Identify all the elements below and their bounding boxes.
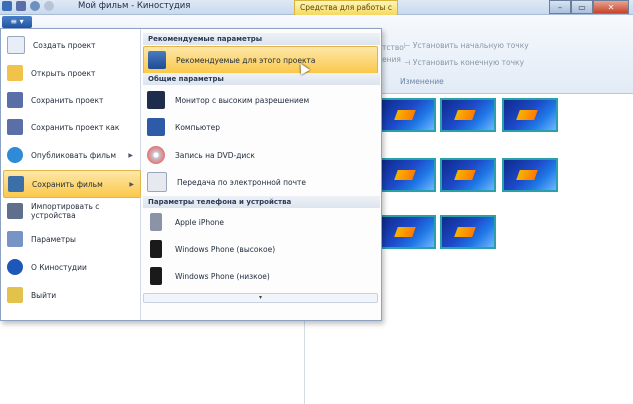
menu-item-new-project[interactable]: Создать проект	[3, 32, 139, 58]
maximize-button[interactable]: ▭	[571, 0, 593, 14]
clip-thumbnail[interactable]	[502, 98, 558, 132]
menu-item-exit[interactable]: Выйти	[3, 282, 139, 308]
close-button[interactable]: ✕	[593, 0, 629, 14]
end-point-icon: ⊣	[404, 58, 413, 67]
options-icon	[7, 231, 23, 247]
title-bar: Мой фильм - Киностудия Средства для рабо…	[0, 0, 633, 25]
clip-thumbnail[interactable]	[380, 98, 436, 132]
clip-thumbnail[interactable]	[502, 158, 558, 192]
menu-item-options[interactable]: Параметры	[3, 226, 139, 252]
option-apple-iphone[interactable]: Apple iPhone	[143, 209, 376, 235]
option-windows-phone-high[interactable]: Windows Phone (высокое)	[143, 236, 376, 262]
scroll-down-icon[interactable]: ▾	[259, 294, 262, 302]
menu-item-save-project-as[interactable]: Сохранить проект как	[3, 114, 139, 140]
save-movie-submenu: Рекомендуемые параметры Рекомендуемые дл…	[141, 29, 381, 320]
section-header-common: Общие параметры	[143, 73, 380, 85]
camera-import-icon	[7, 203, 23, 219]
iphone-icon	[150, 213, 162, 231]
menu-item-about[interactable]: О Киностудии	[3, 254, 139, 280]
recommended-icon	[148, 51, 166, 69]
save-icon[interactable]	[16, 1, 26, 11]
exit-icon	[7, 287, 23, 303]
option-burn-dvd[interactable]: Запись на DVD-диск	[143, 142, 376, 168]
option-windows-phone-low[interactable]: Windows Phone (низкое)	[143, 263, 376, 289]
save-as-icon	[7, 119, 23, 135]
menu-item-save-movie[interactable]: Сохранить фильм ▶	[3, 170, 141, 198]
window-title: Мой фильм - Киностудия	[78, 1, 191, 11]
globe-icon	[7, 147, 23, 163]
option-recommended-for-project[interactable]: Рекомендуемые для этого проекта	[143, 46, 378, 74]
clip-thumbnail[interactable]	[440, 98, 496, 132]
email-icon	[147, 172, 167, 192]
menu-item-import-from-device[interactable]: Импортировать с устройства	[3, 198, 139, 224]
clip-thumbnail[interactable]	[380, 215, 436, 249]
windows-phone-icon	[150, 267, 162, 285]
start-point-icon: ⊢	[404, 41, 413, 50]
menu-item-save-project[interactable]: Сохранить проект	[3, 87, 139, 113]
submenu-arrow-icon: ▶	[129, 180, 134, 188]
menu-item-open-project[interactable]: Открыть проект	[3, 60, 139, 86]
ribbon-partial-label-1: тство	[382, 43, 404, 52]
window-controls: – ▭ ✕	[549, 0, 629, 14]
app-icon	[2, 1, 12, 11]
windows-phone-icon	[150, 240, 162, 258]
option-email[interactable]: Передача по электронной почте	[143, 169, 376, 195]
clip-thumbnail[interactable]	[380, 158, 436, 192]
dvd-icon	[147, 146, 165, 164]
section-header-recommended: Рекомендуемые параметры	[143, 33, 380, 45]
clip-thumbnail[interactable]	[440, 215, 496, 249]
set-end-point-button[interactable]: ⊣ Установить конечную точку	[404, 58, 524, 67]
submenu-scrollbar[interactable]: ▾	[143, 293, 378, 303]
ribbon-group-edit: Изменение	[400, 77, 444, 86]
menu-item-publish-movie[interactable]: Опубликовать фильм ▶	[3, 142, 139, 168]
option-high-res-monitor[interactable]: Монитор с высоким разрешением	[143, 87, 376, 113]
new-project-icon	[7, 36, 25, 54]
undo-icon[interactable]	[30, 1, 40, 11]
minimize-button[interactable]: –	[549, 0, 571, 14]
monitor-icon	[147, 91, 165, 109]
app-menu: Создать проект Открыть проект Сохранить …	[0, 28, 382, 321]
clip-thumbnail[interactable]	[440, 158, 496, 192]
context-tab-video-tools[interactable]: Средства для работы с видео	[294, 0, 398, 25]
quick-access-toolbar	[2, 1, 54, 11]
info-icon	[7, 259, 23, 275]
open-folder-icon	[7, 65, 23, 81]
app-menu-commands: Создать проект Открыть проект Сохранить …	[1, 29, 141, 320]
app-menu-button[interactable]: ≡ ▾	[2, 16, 32, 28]
set-start-point-button[interactable]: ⊢ Установить начальную точку	[404, 41, 529, 50]
submenu-arrow-icon: ▶	[128, 151, 133, 159]
option-computer[interactable]: Компьютер	[143, 114, 376, 140]
save-icon	[7, 92, 23, 108]
film-save-icon	[8, 176, 24, 192]
redo-icon[interactable]	[44, 1, 54, 11]
ribbon-partial-label-2: ения	[382, 55, 401, 64]
section-header-devices: Параметры телефона и устройства	[143, 196, 380, 208]
computer-icon	[147, 118, 165, 136]
